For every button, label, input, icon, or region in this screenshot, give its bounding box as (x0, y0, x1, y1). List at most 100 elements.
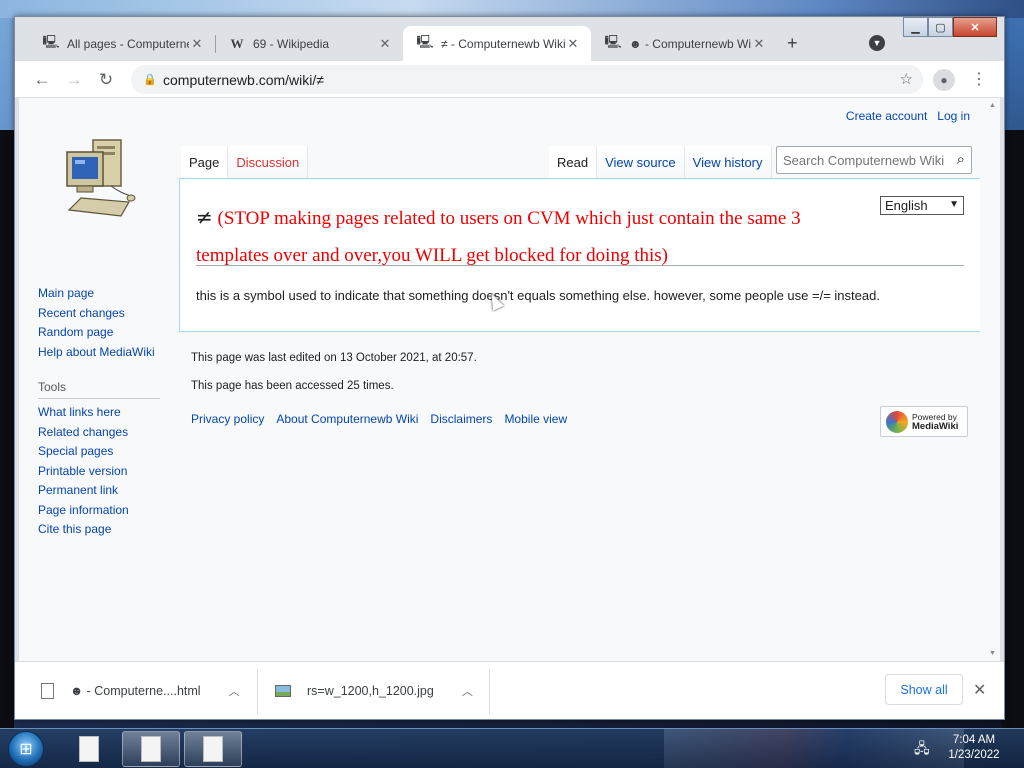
taskbar-button-document[interactable] (60, 731, 118, 767)
sidebar-item-random-page[interactable]: Random page (38, 325, 113, 339)
sidebar-item-what-links-here[interactable]: What links here (38, 405, 121, 419)
footer-links: Privacy policy About Computernewb Wiki D… (191, 412, 567, 426)
url-text[interactable]: computernewb.com/wiki/≠ (163, 72, 324, 88)
menu-kebab-icon[interactable]: ⋮ (971, 69, 987, 89)
document-icon (79, 736, 99, 762)
address-bar[interactable]: 🔒 computernewb.com/wiki/≠ ☆ (131, 65, 923, 94)
file-icon (41, 683, 54, 699)
download-item-html[interactable]: ☻ - Computerne....html ︿ (41, 676, 240, 706)
accessed-count-text: This page has been accessed 25 times. (191, 380, 394, 392)
page-viewport: Create account Log in Main page Recent c… (19, 98, 1000, 661)
sidebar-item-special-pages[interactable]: Special pages (38, 444, 113, 458)
forward-arrow-icon[interactable]: → (63, 69, 85, 91)
download-shelf: ☻ - Computerne....html ︿ rs=w_1200,h_120… (15, 661, 1004, 719)
maximize-button[interactable]: ▢ (928, 17, 953, 37)
title-divider (196, 265, 964, 266)
tab-view-source[interactable]: View source (597, 146, 685, 178)
download-separator (489, 670, 490, 714)
profile-avatar-icon[interactable]: ● (933, 69, 955, 91)
taskbar: ⊞ (0, 728, 1024, 768)
page-title: ≠ (STOP making pages related to users on… (196, 199, 866, 274)
scroll-up-arrow-icon[interactable]: ▲ (989, 102, 996, 109)
reload-icon[interactable]: ↻ (95, 69, 117, 91)
taskbar-button-document[interactable] (122, 731, 180, 767)
article-body-text: this is a symbol used to indicate that s… (196, 288, 880, 303)
sidebar-item-printable-version[interactable]: Printable version (38, 464, 127, 478)
browser-tab-smiley[interactable]: 🖳 ☻ - Computernewb Wiki ✕ (591, 26, 777, 61)
about-wiki-link[interactable]: About Computernewb Wiki (276, 412, 418, 426)
sidebar-item-help[interactable]: Help about MediaWiki (38, 345, 155, 359)
privacy-policy-link[interactable]: Privacy policy (191, 412, 264, 426)
network-icon[interactable]: 🖧 (914, 738, 930, 762)
page-scrollbar[interactable]: ▲ ▼ (987, 98, 1000, 661)
disclaimers-link[interactable]: Disclaimers (430, 412, 492, 426)
browser-toolbar: ← → ↻ 🔒 computernewb.com/wiki/≠ ☆ ● ⋮ (15, 61, 1004, 98)
sidebar-tools-heading: Tools (38, 380, 160, 399)
download-filename: rs=w_1200,h_1200.jpg (307, 684, 434, 698)
tab-title: All pages - Computernewb (67, 36, 189, 51)
close-icon[interactable]: ✕ (565, 36, 581, 52)
tab-title: 69 - Wikipedia (253, 36, 330, 51)
wiki-logo-computer-icon[interactable] (63, 136, 139, 220)
show-all-downloads-button[interactable]: Show all (885, 674, 963, 705)
search-icon[interactable]: ⌕ (957, 151, 965, 168)
close-icon[interactable]: ✕ (751, 36, 767, 52)
tab-read[interactable]: Read (549, 146, 598, 178)
close-icon[interactable]: ✕ (189, 36, 205, 52)
chevron-down-icon: ▼ (949, 199, 959, 210)
tab-strip: 🖳 All pages - Computernewb ✕ W 69 - Wiki… (15, 17, 1004, 61)
tab-discussion[interactable]: Discussion (228, 146, 309, 178)
chevron-up-icon[interactable]: ︿ (462, 683, 473, 699)
close-icon[interactable]: ✕ (973, 680, 986, 700)
system-clock[interactable]: 7:04 AM 1/23/2022 (944, 733, 1004, 763)
browser-window: 🖳 All pages - Computernewb ✕ W 69 - Wiki… (14, 16, 1005, 720)
computer-logo-icon: 🖳 (42, 33, 60, 49)
article-content: English ▼ ≠ (STOP making pages related t… (179, 178, 980, 332)
chevron-up-icon[interactable]: ︿ (229, 683, 240, 699)
new-tab-plus-icon[interactable]: + (787, 33, 798, 54)
sidebar-item-cite-this-page[interactable]: Cite this page (38, 522, 111, 536)
view-tabs: Read View source View history (549, 146, 772, 178)
taskbar-button-document[interactable] (184, 731, 242, 767)
tab-title: ≠ - Computernewb Wiki (441, 36, 565, 51)
sidebar-item-main-page[interactable]: Main page (38, 286, 94, 300)
tab-page[interactable]: Page (181, 146, 229, 178)
close-icon[interactable]: ✕ (377, 36, 393, 52)
personal-tools: Create account Log in (846, 109, 970, 123)
namespace-tabs: Page Discussion (181, 146, 309, 178)
download-separator (257, 670, 258, 714)
mediawiki-logo-icon (886, 410, 908, 433)
download-filename: ☻ - Computerne....html (70, 684, 201, 698)
window-close-button[interactable]: ✕ (953, 17, 997, 37)
back-arrow-icon[interactable]: ← (31, 69, 53, 91)
bookmark-star-icon[interactable]: ☆ (900, 70, 913, 88)
browser-tab-not-equal[interactable]: 🖳 ≠ - Computernewb Wiki ✕ (403, 26, 591, 61)
windows-start-icon[interactable]: ⊞ (8, 731, 44, 767)
mobile-view-link[interactable]: Mobile view (504, 412, 567, 426)
language-select[interactable]: English ▼ (880, 196, 964, 215)
wikipedia-w-icon: W (230, 35, 244, 51)
powered-by-mediawiki-badge[interactable]: Powered by MediaWiki (880, 406, 968, 437)
tab-title: ☻ - Computernewb Wiki (629, 36, 751, 51)
document-icon (141, 736, 161, 762)
language-select-value: English (885, 198, 928, 213)
sidebar-item-permanent-link[interactable]: Permanent link (38, 483, 118, 497)
sidebar-item-recent-changes[interactable]: Recent changes (38, 306, 125, 320)
sidebar-item-page-information[interactable]: Page information (38, 503, 129, 517)
desktop-background-right (1002, 130, 1024, 730)
tab-search-chevron-icon[interactable]: ▼ (869, 35, 885, 51)
scroll-down-arrow-icon[interactable]: ▼ (989, 650, 996, 657)
browser-tab-all-pages[interactable]: 🖳 All pages - Computernewb ✕ (29, 26, 215, 61)
lock-icon[interactable]: 🔒 (143, 73, 157, 86)
browser-tab-wikipedia[interactable]: W 69 - Wikipedia ✕ (215, 26, 403, 61)
sidebar-item-related-changes[interactable]: Related changes (38, 425, 128, 439)
minimize-button[interactable]: ▁ (903, 17, 928, 37)
create-account-link[interactable]: Create account (846, 109, 927, 123)
tab-view-history[interactable]: View history (684, 146, 772, 178)
computer-logo-icon: 🖳 (416, 33, 434, 49)
last-edited-text: This page was last edited on 13 October … (191, 352, 477, 364)
log-in-link[interactable]: Log in (937, 109, 970, 123)
download-item-jpg[interactable]: rs=w_1200,h_1200.jpg ︿ (275, 676, 473, 706)
search-input[interactable] (783, 152, 951, 168)
powered-by-text: Powered by MediaWiki (912, 412, 958, 431)
